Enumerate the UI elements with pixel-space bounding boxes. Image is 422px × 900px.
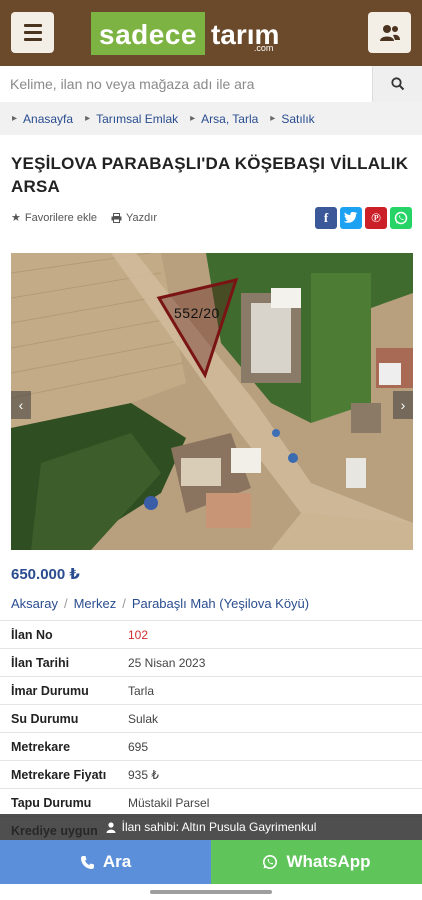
detail-row: Metrekare 695 <box>0 732 422 760</box>
chevron-right-icon: ▸ <box>270 113 276 124</box>
phone-icon <box>80 855 94 869</box>
owner-text: İlan sahibi: Altın Pusula Gayrimenkul <box>121 820 317 834</box>
chevron-right-icon: ▸ <box>190 113 196 124</box>
separator: / <box>63 596 68 611</box>
breadcrumb-item[interactable]: ▸ Tarımsal Emlak <box>85 112 178 126</box>
chevron-right-icon: ▸ <box>85 113 91 124</box>
detail-key: Su Durumu <box>11 711 79 726</box>
chevron-left-icon: ‹ <box>18 397 24 413</box>
breadcrumb-item[interactable]: ▸ Arsa, Tarla <box>190 112 258 126</box>
pinterest-share-button[interactable]: ℗ <box>365 207 387 229</box>
photo-prev-button[interactable]: ‹ <box>11 391 31 419</box>
listing-page: sadece tarım .com ▸Anasayfa ▸T <box>0 0 422 900</box>
listing-location: Aksaray / Merkez / Parabaşlı Mah (Yeşilo… <box>11 596 309 611</box>
detail-value: Müstakil Parsel <box>128 795 210 810</box>
detail-value: 102 <box>128 627 149 642</box>
chevron-right-icon: › <box>400 397 406 413</box>
share-buttons: f ℗ <box>315 207 412 229</box>
breadcrumb-item[interactable]: ▸ Anasayfa <box>12 112 73 126</box>
call-button[interactable]: Ara <box>0 840 211 884</box>
header: sadece tarım .com <box>0 0 422 66</box>
detail-row: Metrekare Fiyatı 935 ₺ <box>0 760 422 788</box>
detail-key: Metrekare Fiyatı <box>11 767 107 782</box>
detail-value: 695 <box>128 739 149 754</box>
printer-icon <box>111 212 122 223</box>
facebook-share-button[interactable]: f <box>315 207 337 229</box>
search-button[interactable] <box>372 66 422 102</box>
detail-key: İlan No <box>11 627 53 642</box>
detail-key: İlan Tarihi <box>11 655 70 670</box>
user-icon <box>106 821 116 833</box>
twitter-share-button[interactable] <box>340 207 362 229</box>
whatsapp-label: WhatsApp <box>286 852 371 871</box>
print-button[interactable]: Yazdır <box>111 212 157 224</box>
logo-left: sadece <box>91 12 205 55</box>
logo-suffix: .com <box>253 43 274 53</box>
breadcrumb-item[interactable]: ▸ Satılık <box>270 112 314 126</box>
details-table: İlan No 102 İlan Tarihi 25 Nisan 2023 İmar… <box>0 620 422 844</box>
user-button[interactable] <box>368 12 411 53</box>
hamburger-icon <box>23 24 42 27</box>
whatsapp-icon <box>394 211 408 225</box>
home-indicator[interactable] <box>150 890 272 894</box>
location-neighborhood[interactable]: Parabaşlı Mah (Yeşilova Köyü) <box>132 596 309 611</box>
star-icon: ★ <box>11 212 21 224</box>
site-logo[interactable]: sadece tarım .com <box>91 12 329 55</box>
search-icon <box>390 77 404 91</box>
whatsapp-share-button[interactable] <box>390 207 412 229</box>
detail-row: İmar Durumu Tarla <box>0 676 422 704</box>
detail-key: İmar Durumu <box>11 683 89 698</box>
photo-next-button[interactable]: › <box>393 391 413 419</box>
whatsapp-icon <box>263 855 278 869</box>
whatsapp-button[interactable]: WhatsApp <box>211 840 422 884</box>
search-bar <box>0 66 422 102</box>
detail-value: 935 ₺ <box>128 767 159 782</box>
detail-value: Tarla <box>128 683 155 698</box>
location-city[interactable]: Aksaray <box>11 596 58 611</box>
detail-row: İlan Tarihi 25 Nisan 2023 <box>0 648 422 676</box>
menu-button[interactable] <box>11 12 54 53</box>
detail-key: Metrekare <box>11 739 71 754</box>
owner-bar[interactable]: İlan sahibi: Altın Pusula Gayrimenkul <box>0 814 422 840</box>
detail-row: İlan No 102 <box>0 620 422 648</box>
separator: / <box>122 596 126 611</box>
logo-right: tarım .com <box>210 18 280 54</box>
location-district[interactable]: Merkez <box>74 596 117 611</box>
listing-photo[interactable]: 552/20 ‹ › <box>11 253 413 550</box>
chevron-right-icon: ▸ <box>12 113 18 124</box>
favorite-button[interactable]: ★ Favorilere ekle <box>11 211 97 225</box>
facebook-icon: f <box>323 210 329 225</box>
call-label: Ara <box>102 852 132 871</box>
detail-value: Sulak <box>128 711 159 726</box>
breadcrumb: ▸ Anasayfa ▸ Tarımsal Emlak ▸ Arsa, Tarla ▸… <box>0 102 422 135</box>
aerial-photo <box>11 253 413 550</box>
search-input[interactable] <box>0 66 372 102</box>
detail-key: Tapu Durumu <box>11 795 92 810</box>
system-home-bar <box>0 884 422 900</box>
detail-value: 25 Nisan 2023 <box>128 655 206 670</box>
detail-row: Su Durumu Sulak <box>0 704 422 732</box>
pinterest-icon: ℗ <box>371 210 381 225</box>
listing-title: YEŞİLOVA PARABAŞLI'DA KÖŞEBAŞI VİLLALIK … <box>11 154 409 196</box>
users-icon <box>379 24 400 41</box>
parcel-label: 552/20 <box>174 305 220 321</box>
listing-price: 650.000 ₺ <box>11 566 80 583</box>
twitter-icon <box>344 212 358 223</box>
detail-row: Tapu Durumu Müstakil Parsel <box>0 788 422 816</box>
listing-actions: ★ Favorilere ekle Yazdır <box>11 211 157 225</box>
